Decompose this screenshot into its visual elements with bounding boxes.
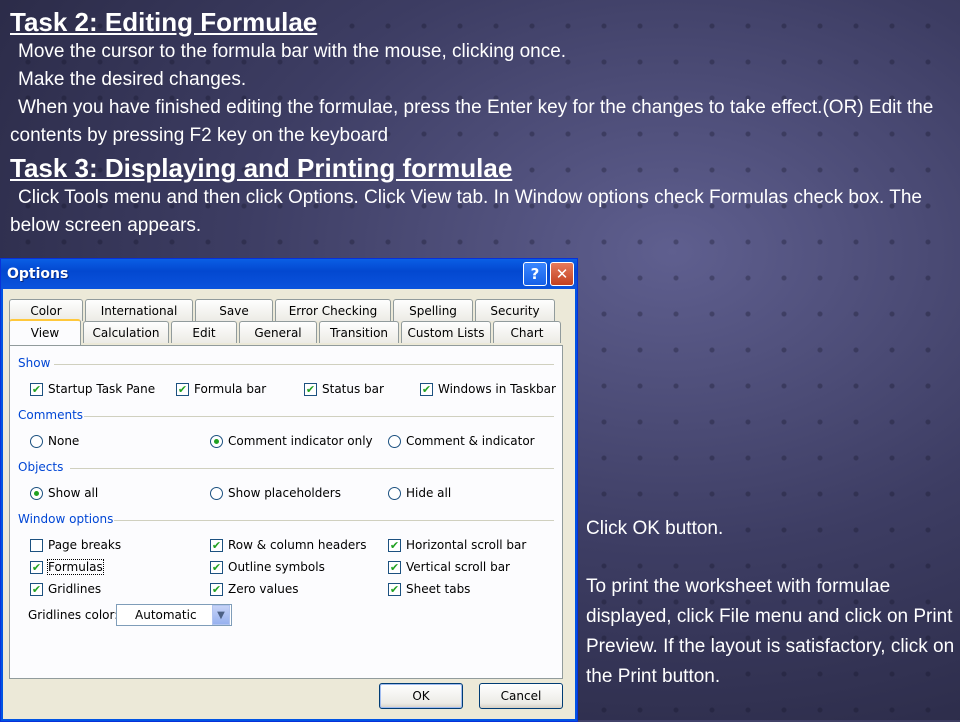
comment-indicator-only-radio[interactable]: Comment indicator only [210,434,373,448]
checkbox-box [30,538,43,552]
tab-row-1: Color International Save Error Checking … [9,299,565,321]
divider [54,364,554,365]
checkbox-box: ✔ [210,538,223,552]
tab-chart[interactable]: Chart [493,321,561,343]
tab-edit[interactable]: Edit [171,321,237,343]
task2-line-3: When you have finished editing the formu… [10,97,934,146]
dialog-title: Options [7,266,69,282]
checkbox-box: ✔ [210,560,223,574]
tab-view[interactable]: View [9,319,81,345]
window-options-section-label: Window options [18,512,114,526]
radio-circle [30,486,43,500]
tab-strip: Color International Save Error Checking … [9,299,565,345]
radio-circle [388,486,401,500]
radio-circle [210,486,223,500]
tab-security[interactable]: Security [475,299,555,321]
checkbox-box: ✔ [388,582,401,596]
checkbox-box: ✔ [30,560,43,574]
tab-calculation[interactable]: Calculation [83,321,169,343]
tab-custom-lists[interactable]: Custom Lists [401,321,491,343]
side-line-2: To print the worksheet with formulae dis… [586,576,955,687]
checkbox-box: ✔ [304,382,317,396]
gridlines-color-label: Gridlines color: [28,608,119,622]
view-tab-panel: Show ✔ Startup Task Pane ✔ Formula bar ✔ St… [9,345,563,679]
tab-general[interactable]: General [239,321,317,343]
tab-spelling[interactable]: Spelling [393,299,473,321]
objects-section-label: Objects [18,460,64,474]
dialog-titlebar[interactable]: Options ? ✕ [1,259,577,289]
windows-in-taskbar-checkbox[interactable]: ✔ Windows in Taskbar [420,382,556,396]
help-button[interactable]: ? [523,262,547,286]
comment-and-indicator-radio[interactable]: Comment & indicator [388,434,535,448]
radio-circle [210,434,223,448]
show-section-label: Show [18,356,51,370]
slide-text: Task 2: Editing Formulae Move the cursor… [10,6,950,240]
divider [70,468,554,469]
outline-symbols-checkbox[interactable]: ✔ Outline symbols [210,560,325,574]
checkbox-box: ✔ [30,382,43,396]
tab-transition[interactable]: Transition [319,321,399,343]
chevron-down-icon[interactable]: ▼ [212,605,230,625]
tab-color[interactable]: Color [9,299,83,321]
tab-error-checking[interactable]: Error Checking [275,299,391,321]
comments-section-label: Comments [18,408,84,422]
show-all-radio[interactable]: Show all [30,486,98,500]
checkbox-box: ✔ [30,582,43,596]
sheet-tabs-checkbox[interactable]: ✔ Sheet tabs [388,582,470,596]
formula-bar-checkbox[interactable]: ✔ Formula bar [176,382,266,396]
zero-values-checkbox[interactable]: ✔ Zero values [210,582,298,596]
checkbox-box: ✔ [210,582,223,596]
side-line-1: Click OK button. [586,518,724,539]
options-dialog: Options ? ✕ Color International Save Err… [0,258,578,722]
task2-line-2: Make the desired changes. [18,69,247,90]
comments-none-radio[interactable]: None [30,434,79,448]
divider [84,416,554,417]
task3-line: Click Tools menu and then click Options.… [10,187,922,236]
checkbox-box: ✔ [388,560,401,574]
cancel-button[interactable]: Cancel [479,683,563,709]
task2-line-1: Move the cursor to the formula bar with … [18,41,567,62]
hide-all-radio[interactable]: Hide all [388,486,451,500]
gridlines-color-dropdown[interactable]: Automatic ▼ [116,604,232,626]
checkbox-box: ✔ [388,538,401,552]
tab-save[interactable]: Save [195,299,273,321]
task3-heading: Task 3: Displaying and Printing formulae [10,153,513,183]
radio-circle [30,434,43,448]
vertical-scroll-bar-checkbox[interactable]: ✔ Vertical scroll bar [388,560,510,574]
radio-circle [388,434,401,448]
side-instructions: Click OK button. To print the worksheet … [586,514,956,692]
formulas-checkbox[interactable]: ✔ Formulas [30,559,104,575]
show-placeholders-radio[interactable]: Show placeholders [210,486,341,500]
checkbox-box: ✔ [176,382,189,396]
tab-row-2: View Calculation Edit General Transition… [9,319,565,345]
task2-heading: Task 2: Editing Formulae [10,7,318,37]
status-bar-checkbox[interactable]: ✔ Status bar [304,382,384,396]
tab-international[interactable]: International [85,299,193,321]
ok-button[interactable]: OK [379,683,463,709]
close-button[interactable]: ✕ [550,262,574,286]
page-breaks-checkbox[interactable]: Page breaks [30,538,121,552]
checkbox-box: ✔ [420,382,433,396]
row-column-headers-checkbox[interactable]: ✔ Row & column headers [210,538,366,552]
horizontal-scroll-bar-checkbox[interactable]: ✔ Horizontal scroll bar [388,538,526,552]
gridlines-checkbox[interactable]: ✔ Gridlines [30,582,101,596]
divider [114,520,554,521]
gridlines-color-value: Automatic [135,608,197,622]
startup-task-pane-checkbox[interactable]: ✔ Startup Task Pane [30,382,155,396]
